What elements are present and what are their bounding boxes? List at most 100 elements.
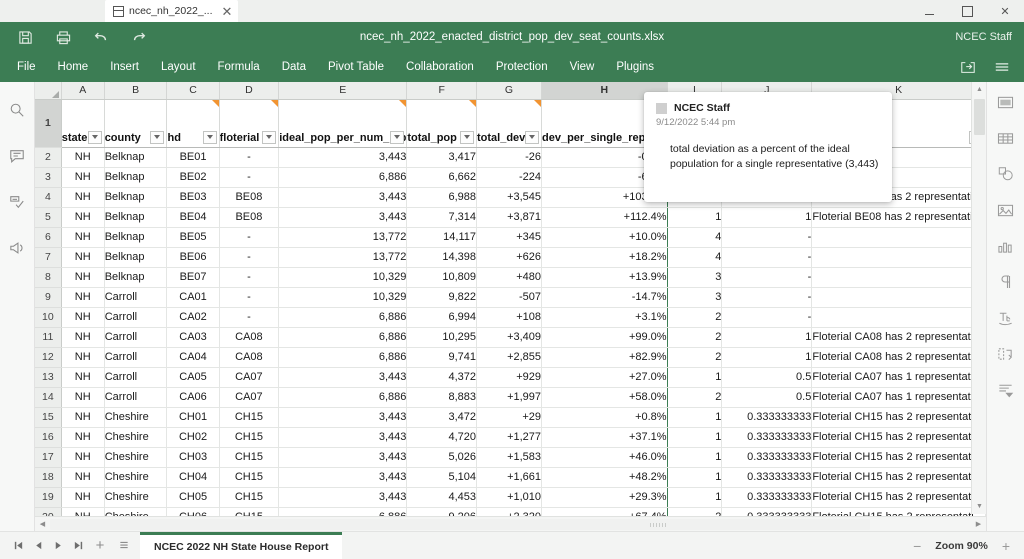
cell-frac[interactable]: 1 <box>722 347 812 367</box>
cell-state[interactable]: NH <box>61 147 104 167</box>
cell-county[interactable]: Carroll <box>104 287 167 307</box>
cell-num-reps[interactable]: 2 <box>667 327 722 347</box>
cell-ideal-pop-per-num-rep[interactable]: 6,886 <box>279 167 407 187</box>
scroll-up-icon[interactable]: ▲ <box>972 82 987 97</box>
cell-county[interactable]: Carroll <box>104 367 167 387</box>
cell-state[interactable]: NH <box>61 347 104 367</box>
share-icon[interactable] <box>952 54 984 80</box>
cell-county[interactable]: Belknap <box>104 247 167 267</box>
comments-icon[interactable] <box>4 144 30 168</box>
row-header-11[interactable]: 11 <box>35 327 61 347</box>
cell-note[interactable]: Floterial CA08 has 2 representati <box>812 347 986 367</box>
cell-state[interactable]: NH <box>61 367 104 387</box>
cell-total-pop[interactable]: 10,295 <box>407 327 477 347</box>
cell-state[interactable]: NH <box>61 167 104 187</box>
column-header-G[interactable]: G <box>476 82 541 99</box>
cell-floterial[interactable]: - <box>219 287 279 307</box>
cell-note[interactable] <box>812 227 986 247</box>
cell-total-dev[interactable]: -507 <box>476 287 541 307</box>
spellcheck-icon[interactable] <box>4 190 30 214</box>
cell-frac[interactable]: 0.333333333 <box>722 487 812 507</box>
row-header-18[interactable]: 18 <box>35 467 61 487</box>
cell-county[interactable]: Cheshire <box>104 407 167 427</box>
cell-total-dev[interactable]: +1,997 <box>476 387 541 407</box>
header-cell-total-dev[interactable]: total_dev <box>476 99 541 147</box>
horizontal-scroll-track[interactable] <box>50 517 971 532</box>
cell-frac[interactable]: - <box>722 267 812 287</box>
table-row[interactable]: 15NHCheshireCH01CH153,4433,472+29+0.8%10… <box>35 407 986 427</box>
row-header-19[interactable]: 19 <box>35 487 61 507</box>
first-sheet-icon[interactable] <box>8 534 28 558</box>
cell-frac[interactable]: 0.333333333 <box>722 467 812 487</box>
table-settings-icon[interactable] <box>993 126 1019 150</box>
cell-total-pop[interactable]: 10,809 <box>407 267 477 287</box>
cell-dev-per-single-rep-pct[interactable]: +112.4% <box>542 207 668 227</box>
row-header-9[interactable]: 9 <box>35 287 61 307</box>
header-cell-floterial[interactable]: floterial <box>219 99 279 147</box>
cell-ideal-pop-per-num-rep[interactable]: 3,443 <box>279 467 407 487</box>
filter-dropdown-county[interactable] <box>150 131 164 144</box>
column-header-B[interactable]: B <box>104 82 167 99</box>
cell-hd[interactable]: BE06 <box>167 247 219 267</box>
cell-county[interactable]: Carroll <box>104 307 167 327</box>
cell-floterial[interactable]: CA07 <box>219 387 279 407</box>
column-header-A[interactable]: A <box>61 82 104 99</box>
cell-total-dev[interactable]: +3,871 <box>476 207 541 227</box>
cell-county[interactable]: Belknap <box>104 227 167 247</box>
shape-settings-icon[interactable] <box>993 162 1019 186</box>
cell-total-pop[interactable]: 3,472 <box>407 407 477 427</box>
filter-dropdown-ideal-pop-per-num-rep[interactable] <box>390 131 404 144</box>
cell-county[interactable]: Cheshire <box>104 487 167 507</box>
cell-total-pop[interactable]: 14,117 <box>407 227 477 247</box>
cell-total-dev[interactable]: +345 <box>476 227 541 247</box>
cell-frac[interactable]: 1 <box>722 207 812 227</box>
row-header-14[interactable]: 14 <box>35 387 61 407</box>
filter-dropdown-total-pop[interactable] <box>460 131 474 144</box>
cell-county[interactable]: Cheshire <box>104 467 167 487</box>
cell-frac[interactable]: 0.333333333 <box>722 407 812 427</box>
table-row[interactable]: 9NHCarrollCA01-10,3299,822-507-14.7%3- <box>35 287 986 307</box>
cell-hd[interactable]: CH02 <box>167 427 219 447</box>
menu-protection[interactable]: Protection <box>485 56 559 78</box>
zoom-in-button[interactable]: + <box>1002 539 1010 553</box>
cell-ideal-pop-per-num-rep[interactable]: 10,329 <box>279 267 407 287</box>
cell-total-pop[interactable]: 4,453 <box>407 487 477 507</box>
sheet-list-button[interactable]: ≡ <box>112 534 136 558</box>
cell-total-pop[interactable]: 7,314 <box>407 207 477 227</box>
cell-floterial[interactable]: CH15 <box>219 467 279 487</box>
cell-hd[interactable]: BE05 <box>167 227 219 247</box>
cell-state[interactable]: NH <box>61 307 104 327</box>
search-icon[interactable] <box>4 98 30 122</box>
menu-insert[interactable]: Insert <box>99 56 150 78</box>
cell-total-pop[interactable]: 4,720 <box>407 427 477 447</box>
cell-state[interactable]: NH <box>61 407 104 427</box>
paragraph-settings-icon[interactable] <box>993 270 1019 294</box>
header-cell-county[interactable]: county <box>104 99 167 147</box>
cell-hd[interactable]: CA04 <box>167 347 219 367</box>
cell-floterial[interactable]: CA08 <box>219 327 279 347</box>
cell-state[interactable]: NH <box>61 207 104 227</box>
zoom-out-button[interactable]: − <box>913 539 921 553</box>
cell-ideal-pop-per-num-rep[interactable]: 3,443 <box>279 427 407 447</box>
row-header-10[interactable]: 10 <box>35 307 61 327</box>
row-header-6[interactable]: 6 <box>35 227 61 247</box>
maximize-button[interactable] <box>948 0 986 22</box>
cell-dev-per-single-rep-pct[interactable]: +3.1% <box>542 307 668 327</box>
cell-hd[interactable]: BE02 <box>167 167 219 187</box>
cell-frac[interactable]: - <box>722 247 812 267</box>
cell-total-pop[interactable]: 9,741 <box>407 347 477 367</box>
cell-dev-per-single-rep-pct[interactable]: +48.2% <box>542 467 668 487</box>
cell-state[interactable]: NH <box>61 447 104 467</box>
cell-num-reps[interactable]: 1 <box>667 427 722 447</box>
cell-note[interactable]: Floterial CH15 has 2 representati <box>812 467 986 487</box>
cell-dev-per-single-rep-pct[interactable]: +46.0% <box>542 447 668 467</box>
undo-icon[interactable] <box>82 23 120 51</box>
cell-county[interactable]: Belknap <box>104 187 167 207</box>
close-tab-icon[interactable]: ✕ <box>222 5 233 18</box>
cell-ideal-pop-per-num-rep[interactable]: 10,329 <box>279 287 407 307</box>
feedback-icon[interactable] <box>4 236 30 260</box>
vertical-scroll-thumb[interactable] <box>974 99 985 135</box>
cell-floterial[interactable]: BE08 <box>219 207 279 227</box>
cell-total-pop[interactable]: 4,372 <box>407 367 477 387</box>
vertical-scrollbar[interactable]: ▲ ▼ <box>971 82 986 514</box>
